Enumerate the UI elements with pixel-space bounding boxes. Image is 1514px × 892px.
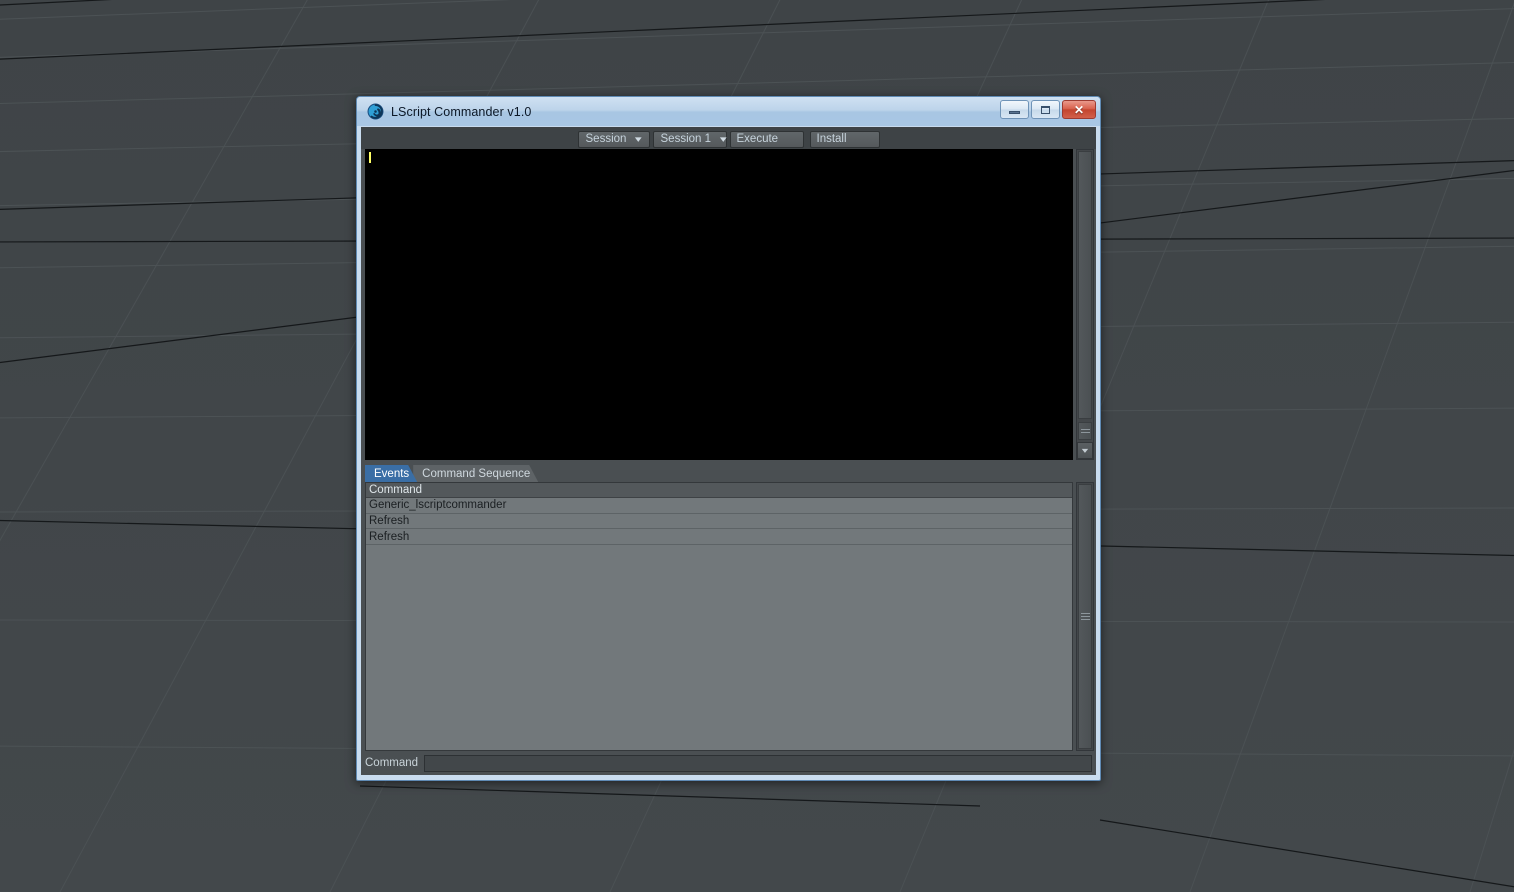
close-button[interactable]: ✕ bbox=[1062, 100, 1096, 119]
list-item-label: Refresh bbox=[369, 530, 410, 543]
text-caret bbox=[369, 152, 371, 163]
list-item-label: Refresh bbox=[369, 515, 410, 528]
maximize-icon bbox=[1041, 105, 1050, 114]
grip-lines-icon bbox=[1080, 429, 1090, 433]
close-icon: ✕ bbox=[1073, 102, 1085, 117]
execute-button[interactable]: Execute bbox=[729, 130, 804, 148]
table-row[interactable]: Refresh bbox=[366, 513, 1072, 530]
events-list[interactable]: Command Generic_lscriptcommander Refresh… bbox=[365, 482, 1073, 751]
maximize-button[interactable] bbox=[1031, 100, 1060, 119]
window-titlebar[interactable]: LScript Commander v1.0 ✕ bbox=[357, 97, 1100, 126]
tab-command-sequence-label: Command Sequence bbox=[422, 467, 531, 480]
table-row[interactable]: Refresh bbox=[366, 529, 1072, 546]
script-source-text bbox=[365, 149, 1073, 165]
minimize-button[interactable] bbox=[1000, 100, 1029, 119]
editor-scroll-down-button[interactable]: ▾ bbox=[1077, 442, 1093, 459]
list-item-label: Generic_lscriptcommander bbox=[369, 499, 507, 512]
tab-command-sequence[interactable]: Command Sequence bbox=[413, 465, 538, 482]
chevron-down-icon: ▾ bbox=[635, 133, 643, 144]
session-select-dropdown[interactable]: Session 1 ▾ bbox=[652, 130, 727, 148]
command-bar: Command bbox=[361, 751, 1096, 775]
script-editor[interactable] bbox=[365, 149, 1073, 460]
grip-lines-icon bbox=[1080, 613, 1090, 620]
editor-scroll-thumb[interactable] bbox=[1078, 151, 1092, 419]
window-client-area: Session ▾ Session 1 ▾ Execute Install ▾ … bbox=[361, 127, 1096, 775]
chevron-down-icon: ▾ bbox=[719, 133, 727, 144]
list-vertical-scrollbar[interactable] bbox=[1076, 482, 1094, 751]
tab-events[interactable]: Events bbox=[365, 465, 417, 482]
install-button[interactable]: Install bbox=[809, 130, 880, 148]
tab-events-label: Events bbox=[374, 467, 410, 480]
session-scope-label: Session bbox=[585, 133, 627, 145]
table-row[interactable]: Generic_lscriptcommander bbox=[366, 498, 1072, 514]
session-scope-dropdown[interactable]: Session ▾ bbox=[577, 130, 650, 148]
command-input[interactable] bbox=[424, 754, 1092, 772]
editor-scroll-grip[interactable] bbox=[1078, 422, 1092, 440]
session-select-label: Session 1 bbox=[660, 133, 712, 145]
lscript-commander-window: LScript Commander v1.0 ✕ Session ▾ Sessi… bbox=[356, 96, 1101, 781]
command-input-label: Command bbox=[365, 757, 419, 769]
list-region: Command Generic_lscriptcommander Refresh… bbox=[361, 482, 1096, 751]
window-title: LScript Commander v1.0 bbox=[391, 104, 532, 119]
editor-vertical-scrollbar[interactable]: ▾ bbox=[1076, 149, 1094, 460]
list-scroll-thumb[interactable] bbox=[1078, 484, 1092, 749]
toolbar: Session ▾ Session 1 ▾ Execute Install bbox=[361, 127, 1096, 149]
chevron-down-icon: ▾ bbox=[1081, 445, 1089, 455]
window-controls: ✕ bbox=[1000, 100, 1096, 119]
minimize-icon bbox=[1009, 110, 1020, 114]
editor-region: ▾ bbox=[361, 149, 1096, 460]
tabstrip: Events Command Sequence bbox=[365, 464, 1096, 482]
list-empty-space bbox=[366, 545, 1072, 750]
list-column-header-command: Command bbox=[366, 483, 1072, 498]
lightwave-spiral-icon bbox=[367, 103, 384, 120]
